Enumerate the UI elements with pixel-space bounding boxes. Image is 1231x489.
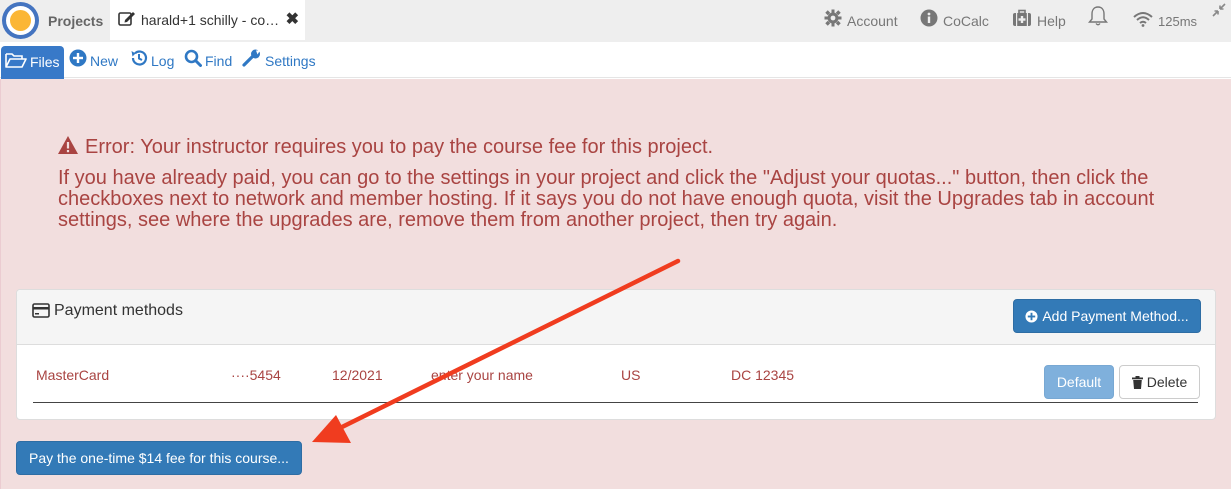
file-tab-label: harald+1 schilly - co… [141,12,280,28]
history-icon [130,48,148,76]
error-title-text: Error: Your instructor requires you to p… [85,136,714,158]
help-button[interactable]: Help [1012,0,1066,42]
log-button[interactable]: Log [130,47,174,75]
cocalc-logo[interactable] [2,2,39,39]
find-button[interactable]: Find [184,47,232,75]
settings-label: Settings [265,53,316,69]
projects-tab[interactable]: Projects [42,0,109,42]
plus-circle-icon [1025,302,1038,334]
plus-circle-icon [69,48,87,76]
row-divider [33,402,1198,403]
warning-icon [57,135,79,161]
wrench-icon [242,48,262,76]
payment-methods-header: Payment methods Add Payment Method... [17,290,1215,345]
new-button[interactable]: New [69,47,118,75]
ping-indicator[interactable]: 125ms [1133,0,1197,42]
card-country: US [621,367,641,383]
account-button[interactable]: Account [824,0,898,42]
payment-methods-title-text: Payment methods [54,302,183,319]
card-region-zip: DC 12345 [731,367,795,383]
find-label: Find [205,53,233,69]
notifications-button[interactable] [1087,0,1114,42]
error-body-text: If you have already paid, you can go to … [58,167,1155,231]
file-tab[interactable]: harald+1 schilly - co… ✖ [110,0,305,40]
new-label: New [90,53,119,69]
cocalc-button[interactable]: CoCalc [920,0,989,42]
edit-icon [118,1,136,41]
top-nav-bar: Projects harald+1 schilly - co… ✖ Accoun… [0,0,1231,42]
compress-icon[interactable] [1211,2,1227,21]
card-last4: ····5454 [231,367,281,383]
add-payment-method-label: Add Payment Method... [1042,308,1189,324]
bell-icon [1087,1,1109,43]
error-title: Error: Your instructor requires you to p… [57,135,713,161]
files-button[interactable]: Files [1,46,64,79]
help-label: Help [1037,13,1066,29]
pay-course-fee-button[interactable]: Pay the one-time $14 fee for this course… [16,441,302,475]
payment-methods-title: Payment methods [32,302,183,323]
medkit-icon [1012,1,1032,43]
close-tab-icon[interactable]: ✖ [286,0,299,40]
card-expiry: 12/2021 [332,367,383,383]
log-label: Log [151,53,175,69]
credit-card-icon [32,303,50,323]
add-payment-method-button[interactable]: Add Payment Method... [1013,299,1201,333]
cocalc-label: CoCalc [943,13,989,29]
project-action-bar: Files New Log Find Settings [0,42,1231,79]
account-label: Account [847,13,898,29]
card-name: enter your name [431,367,533,383]
payment-card-row: MasterCard ····5454 12/2021 enter your n… [17,345,1215,419]
payment-methods-panel: Payment methods Add Payment Method... Ma… [16,289,1216,420]
card-brand: MasterCard [36,367,110,383]
info-icon [920,1,938,43]
files-label: Files [30,54,60,70]
trash-icon [1131,368,1143,400]
folder-open-icon [5,47,27,80]
wifi-icon [1133,1,1153,43]
settings-button[interactable]: Settings [242,47,316,75]
default-button[interactable]: Default [1044,365,1114,399]
delete-button[interactable]: Delete [1119,365,1200,399]
delete-label: Delete [1146,374,1188,390]
search-icon [184,48,202,76]
ping-label: 125ms [1158,14,1198,29]
gear-icon [824,1,842,43]
